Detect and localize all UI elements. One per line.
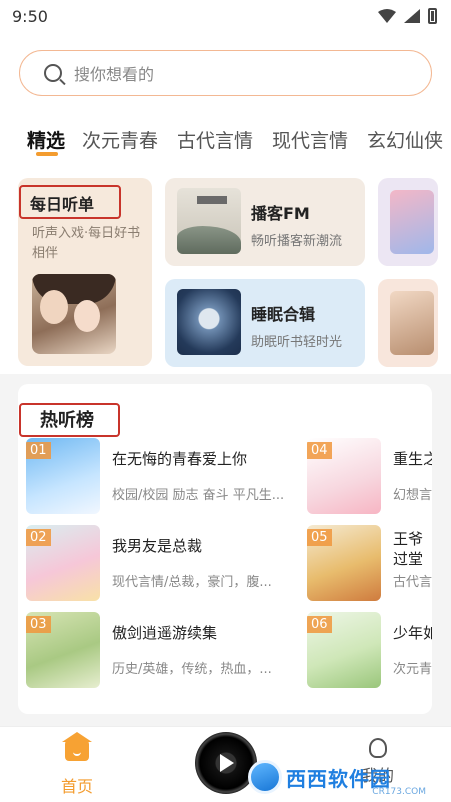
peek-card-2[interactable] <box>378 279 438 367</box>
header-area: 搜你想看的 精选 次元青春 古代言情 现代言情 玄幻仙侠 <box>0 34 451 174</box>
book-tags: 校园/校园 励志 奋斗 平凡生... <box>112 488 285 503</box>
play-icon <box>220 754 234 772</box>
book-cover: 04 <box>307 438 381 514</box>
rank-item-3[interactable]: 03 傲剑逍遥游续集 历史/英雄，传统，热血，... <box>26 612 296 690</box>
signal-icon <box>404 9 420 23</box>
highlight-box-ranking <box>19 403 120 437</box>
book-title: 重生之 <box>393 450 432 468</box>
category-tabs: 精选 次元青春 古代言情 现代言情 玄幻仙侠 <box>0 120 451 164</box>
book-title: 少年如 <box>393 624 432 642</box>
podcast-fm-card[interactable]: 播客FM 畅听播客新潮流 <box>165 178 365 266</box>
tab-ancient-romance[interactable]: 古代言情 <box>177 126 253 153</box>
battery-icon <box>428 8 437 24</box>
book-tags: 历史/英雄，传统，热血，... <box>112 662 272 677</box>
book-tags: 现代言情/总裁，豪门，腹... <box>112 575 272 590</box>
rank-number: 01 <box>26 442 51 459</box>
watermark-url: CR173.COM <box>372 787 426 797</box>
sleep-collection-subtitle: 助眠听书轻时光 <box>251 335 343 350</box>
sleep-collection-cover <box>177 289 241 355</box>
rank-number: 05 <box>307 529 332 546</box>
rank-item-5[interactable]: 05 王爷过堂 古代言 <box>307 525 432 603</box>
status-time: 9:50 <box>12 7 48 26</box>
book-cover: 03 <box>26 612 100 688</box>
podcast-fm-subtitle: 畅听播客新潮流 <box>251 234 343 249</box>
rank-number: 03 <box>26 616 51 633</box>
book-cover: 02 <box>26 525 100 601</box>
watermark-logo-icon <box>248 760 282 794</box>
book-tags: 古代言 <box>393 575 432 590</box>
watermark: 西西软件园 CR173.COM <box>248 757 436 797</box>
sleep-collection-card[interactable]: 睡眠合辑 助眠听书轻时光 <box>165 279 365 367</box>
bottom-gap <box>0 714 451 726</box>
book-title: 我男友是总裁 <box>112 537 203 555</box>
tab-youth[interactable]: 次元青春 <box>82 126 158 153</box>
sleep-collection-title: 睡眠合辑 <box>251 305 316 324</box>
search-icon <box>44 64 62 82</box>
daily-list-cover <box>32 274 116 354</box>
book-title: 在无悔的青春爱上你 <box>112 450 248 468</box>
highlight-box-daily <box>19 185 121 219</box>
rank-item-6[interactable]: 06 少年如 次元青 <box>307 612 432 690</box>
book-tags: 次元青 <box>393 662 432 677</box>
nav-home[interactable]: 首页 <box>50 732 104 797</box>
status-icons <box>378 8 437 24</box>
tab-modern-romance[interactable]: 现代言情 <box>272 126 348 153</box>
rank-item-4[interactable]: 04 重生之 幻想言 <box>307 438 432 516</box>
rank-number: 04 <box>307 442 332 459</box>
book-cover: 05 <box>307 525 381 601</box>
wifi-icon <box>378 9 396 23</box>
tab-indicator <box>36 152 58 156</box>
rank-item-2[interactable]: 02 我男友是总裁 现代言情/总裁，豪门，腹... <box>26 525 296 603</box>
book-title: 王爷过堂 <box>393 530 424 568</box>
section-gap <box>0 374 451 384</box>
book-title: 傲剑逍遥游续集 <box>112 624 218 642</box>
rank-number: 02 <box>26 529 51 546</box>
podcast-fm-title: 播客FM <box>251 204 310 223</box>
book-tags: 幻想言 <box>393 488 432 503</box>
tab-fantasy[interactable]: 玄幻仙侠 <box>367 126 443 153</box>
podcast-fm-cover <box>177 188 241 254</box>
user-icon <box>369 738 387 758</box>
tab-featured[interactable]: 精选 <box>27 126 65 153</box>
rank-item-1[interactable]: 01 在无悔的青春爱上你 校园/校园 励志 奋斗 平凡生... <box>26 438 296 516</box>
search-input[interactable]: 搜你想看的 <box>19 50 432 96</box>
daily-list-desc: 听声入戏·每日好书相伴 <box>32 226 141 261</box>
peek-card-1[interactable] <box>378 178 438 266</box>
search-placeholder: 搜你想看的 <box>74 65 155 84</box>
home-icon <box>62 732 92 761</box>
nav-home-label: 首页 <box>60 777 93 796</box>
book-cover: 01 <box>26 438 100 514</box>
rank-number: 06 <box>307 616 332 633</box>
status-bar: 9:50 <box>0 0 451 34</box>
book-cover: 06 <box>307 612 381 688</box>
